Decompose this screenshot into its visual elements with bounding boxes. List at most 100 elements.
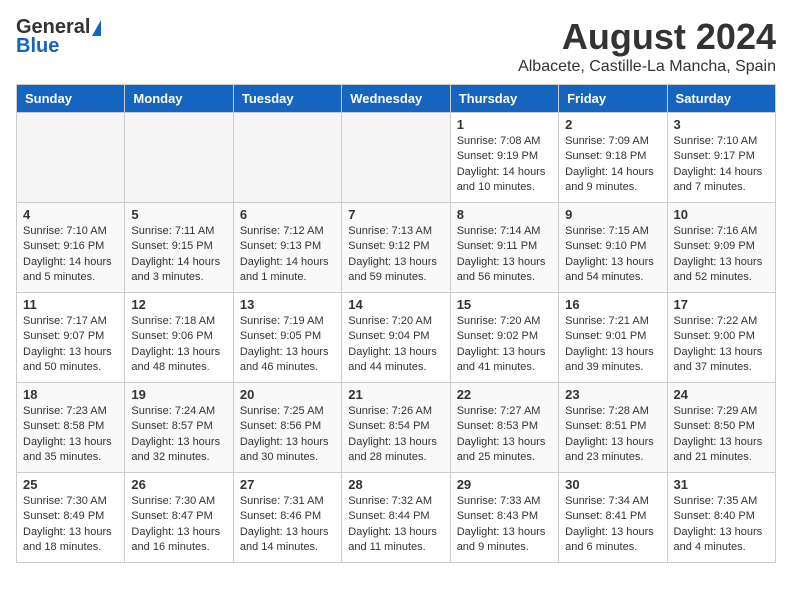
day-info: Sunrise: 7:17 AMSunset: 9:07 PMDaylight:… <box>23 314 118 376</box>
day-info: Sunrise: 7:10 AMSunset: 9:16 PMDaylight:… <box>23 224 118 286</box>
calendar-cell: 19Sunrise: 7:24 AMSunset: 8:57 PMDayligh… <box>125 383 233 473</box>
day-info: Sunrise: 7:16 AMSunset: 9:09 PMDaylight:… <box>674 224 769 286</box>
day-number: 26 <box>131 477 226 492</box>
calendar-cell: 10 Sunrise: 7:16 AMSunset: 9:09 PMDayligh… <box>667 203 775 293</box>
calendar-cell <box>342 113 450 203</box>
calendar-cell: 7Sunrise: 7:13 AMSunset: 9:12 PMDaylight… <box>342 203 450 293</box>
calendar-cell: 31Sunrise: 7:35 AMSunset: 8:40 PMDayligh… <box>667 473 775 563</box>
week-row-1: 1 Sunrise: 7:08 AMSunset: 9:19 PMDaylight… <box>17 113 776 203</box>
day-number: 12 <box>131 297 226 312</box>
header-thursday: Thursday <box>450 85 558 113</box>
day-info: Sunrise: 7:26 AMSunset: 8:54 PMDaylight:… <box>348 404 443 466</box>
day-info: Sunrise: 7:14 AMSunset: 9:11 PMDaylight:… <box>457 224 552 286</box>
day-info: Sunrise: 7:21 AMSunset: 9:01 PMDaylight:… <box>565 314 660 376</box>
location: Albacete, Castille-La Mancha, Spain <box>518 58 776 76</box>
calendar-cell: 23Sunrise: 7:28 AMSunset: 8:51 PMDayligh… <box>559 383 667 473</box>
calendar-cell: 13 Sunrise: 7:19 AMSunset: 9:05 PMDayligh… <box>233 293 341 383</box>
day-info: Sunrise: 7:18 AMSunset: 9:06 PMDaylight:… <box>131 314 226 376</box>
calendar-cell: 30Sunrise: 7:34 AMSunset: 8:41 PMDayligh… <box>559 473 667 563</box>
week-row-5: 25Sunrise: 7:30 AMSunset: 8:49 PMDayligh… <box>17 473 776 563</box>
calendar-cell: 29 Sunrise: 7:33 AMSunset: 8:43 PMDayligh… <box>450 473 558 563</box>
calendar-cell: 28 Sunrise: 7:32 AMSunset: 8:44 PMDayligh… <box>342 473 450 563</box>
header-wednesday: Wednesday <box>342 85 450 113</box>
day-number: 22 <box>457 387 552 402</box>
day-info: Sunrise: 7:10 AMSunset: 9:17 PMDaylight:… <box>674 134 769 196</box>
calendar-cell: 21 Sunrise: 7:26 AMSunset: 8:54 PMDayligh… <box>342 383 450 473</box>
week-row-2: 4 Sunrise: 7:10 AMSunset: 9:16 PMDaylight… <box>17 203 776 293</box>
day-info: Sunrise: 7:32 AMSunset: 8:44 PMDaylight:… <box>348 494 443 556</box>
day-info: Sunrise: 7:22 AMSunset: 9:00 PMDaylight:… <box>674 314 769 376</box>
header: General Blue August 2024 Albacete, Casti… <box>16 16 776 76</box>
calendar-cell: 5 Sunrise: 7:11 AMSunset: 9:15 PMDaylight… <box>125 203 233 293</box>
header-friday: Friday <box>559 85 667 113</box>
day-number: 20 <box>240 387 335 402</box>
day-number: 30 <box>565 477 660 492</box>
logo-icon <box>92 20 101 36</box>
week-row-3: 11Sunrise: 7:17 AMSunset: 9:07 PMDayligh… <box>17 293 776 383</box>
day-number: 28 <box>348 477 443 492</box>
day-number: 27 <box>240 477 335 492</box>
day-number: 31 <box>674 477 769 492</box>
day-info: Sunrise: 7:27 AMSunset: 8:53 PMDaylight:… <box>457 404 552 466</box>
day-info: Sunrise: 7:30 AMSunset: 8:49 PMDaylight:… <box>23 494 118 556</box>
calendar-cell: 16 Sunrise: 7:21 AMSunset: 9:01 PMDayligh… <box>559 293 667 383</box>
header-saturday: Saturday <box>667 85 775 113</box>
calendar-cell: 24Sunrise: 7:29 AMSunset: 8:50 PMDayligh… <box>667 383 775 473</box>
calendar-cell: 20Sunrise: 7:25 AMSunset: 8:56 PMDayligh… <box>233 383 341 473</box>
month-year: August 2024 <box>518 16 776 58</box>
header-monday: Monday <box>125 85 233 113</box>
day-number: 13 <box>240 297 335 312</box>
calendar-cell: 8 Sunrise: 7:14 AMSunset: 9:11 PMDaylight… <box>450 203 558 293</box>
day-info: Sunrise: 7:31 AMSunset: 8:46 PMDaylight:… <box>240 494 335 556</box>
day-number: 23 <box>565 387 660 402</box>
calendar-cell: 11Sunrise: 7:17 AMSunset: 9:07 PMDayligh… <box>17 293 125 383</box>
day-number: 18 <box>23 387 118 402</box>
day-info: Sunrise: 7:33 AMSunset: 8:43 PMDaylight:… <box>457 494 552 556</box>
day-number: 5 <box>131 207 226 222</box>
calendar-cell: 22 Sunrise: 7:27 AMSunset: 8:53 PMDayligh… <box>450 383 558 473</box>
day-number: 9 <box>565 207 660 222</box>
calendar-cell: 9Sunrise: 7:15 AMSunset: 9:10 PMDaylight… <box>559 203 667 293</box>
day-info: Sunrise: 7:09 AMSunset: 9:18 PMDaylight:… <box>565 134 660 196</box>
day-number: 3 <box>674 117 769 132</box>
day-info: Sunrise: 7:13 AMSunset: 9:12 PMDaylight:… <box>348 224 443 286</box>
day-info: Sunrise: 7:29 AMSunset: 8:50 PMDaylight:… <box>674 404 769 466</box>
calendar-table: SundayMondayTuesdayWednesdayThursdayFrid… <box>16 84 776 563</box>
calendar-cell: 4 Sunrise: 7:10 AMSunset: 9:16 PMDaylight… <box>17 203 125 293</box>
calendar-cell: 18 Sunrise: 7:23 AMSunset: 8:58 PMDayligh… <box>17 383 125 473</box>
calendar-cell <box>17 113 125 203</box>
day-info: Sunrise: 7:11 AMSunset: 9:15 PMDaylight:… <box>131 224 226 286</box>
header-sunday: Sunday <box>17 85 125 113</box>
day-info: Sunrise: 7:20 AMSunset: 9:04 PMDaylight:… <box>348 314 443 376</box>
day-info: Sunrise: 7:24 AMSunset: 8:57 PMDaylight:… <box>131 404 226 466</box>
calendar-cell: 14 Sunrise: 7:20 AMSunset: 9:04 PMDayligh… <box>342 293 450 383</box>
title-section: August 2024 Albacete, Castille-La Mancha… <box>518 16 776 76</box>
calendar-cell: 25Sunrise: 7:30 AMSunset: 8:49 PMDayligh… <box>17 473 125 563</box>
week-row-4: 18 Sunrise: 7:23 AMSunset: 8:58 PMDayligh… <box>17 383 776 473</box>
day-info: Sunrise: 7:23 AMSunset: 8:58 PMDaylight:… <box>23 404 118 466</box>
logo-blue-text: Blue <box>16 35 59 58</box>
header-tuesday: Tuesday <box>233 85 341 113</box>
calendar-cell <box>125 113 233 203</box>
calendar-cell: 6Sunrise: 7:12 AMSunset: 9:13 PMDaylight… <box>233 203 341 293</box>
day-number: 14 <box>348 297 443 312</box>
calendar-cell: 2Sunrise: 7:09 AMSunset: 9:18 PMDaylight… <box>559 113 667 203</box>
day-info: Sunrise: 7:19 AMSunset: 9:05 PMDaylight:… <box>240 314 335 376</box>
calendar-cell: 15 Sunrise: 7:20 AMSunset: 9:02 PMDayligh… <box>450 293 558 383</box>
calendar-cell: 12 Sunrise: 7:18 AMSunset: 9:06 PMDayligh… <box>125 293 233 383</box>
day-number: 21 <box>348 387 443 402</box>
calendar-cell: 26Sunrise: 7:30 AMSunset: 8:47 PMDayligh… <box>125 473 233 563</box>
day-info: Sunrise: 7:08 AMSunset: 9:19 PMDaylight:… <box>457 134 552 196</box>
day-info: Sunrise: 7:20 AMSunset: 9:02 PMDaylight:… <box>457 314 552 376</box>
day-number: 15 <box>457 297 552 312</box>
day-number: 6 <box>240 207 335 222</box>
header-row: SundayMondayTuesdayWednesdayThursdayFrid… <box>17 85 776 113</box>
day-number: 29 <box>457 477 552 492</box>
day-number: 16 <box>565 297 660 312</box>
day-number: 8 <box>457 207 552 222</box>
day-number: 1 <box>457 117 552 132</box>
day-number: 4 <box>23 207 118 222</box>
calendar-cell: 27 Sunrise: 7:31 AMSunset: 8:46 PMDayligh… <box>233 473 341 563</box>
day-number: 17 <box>674 297 769 312</box>
day-number: 10 <box>674 207 769 222</box>
